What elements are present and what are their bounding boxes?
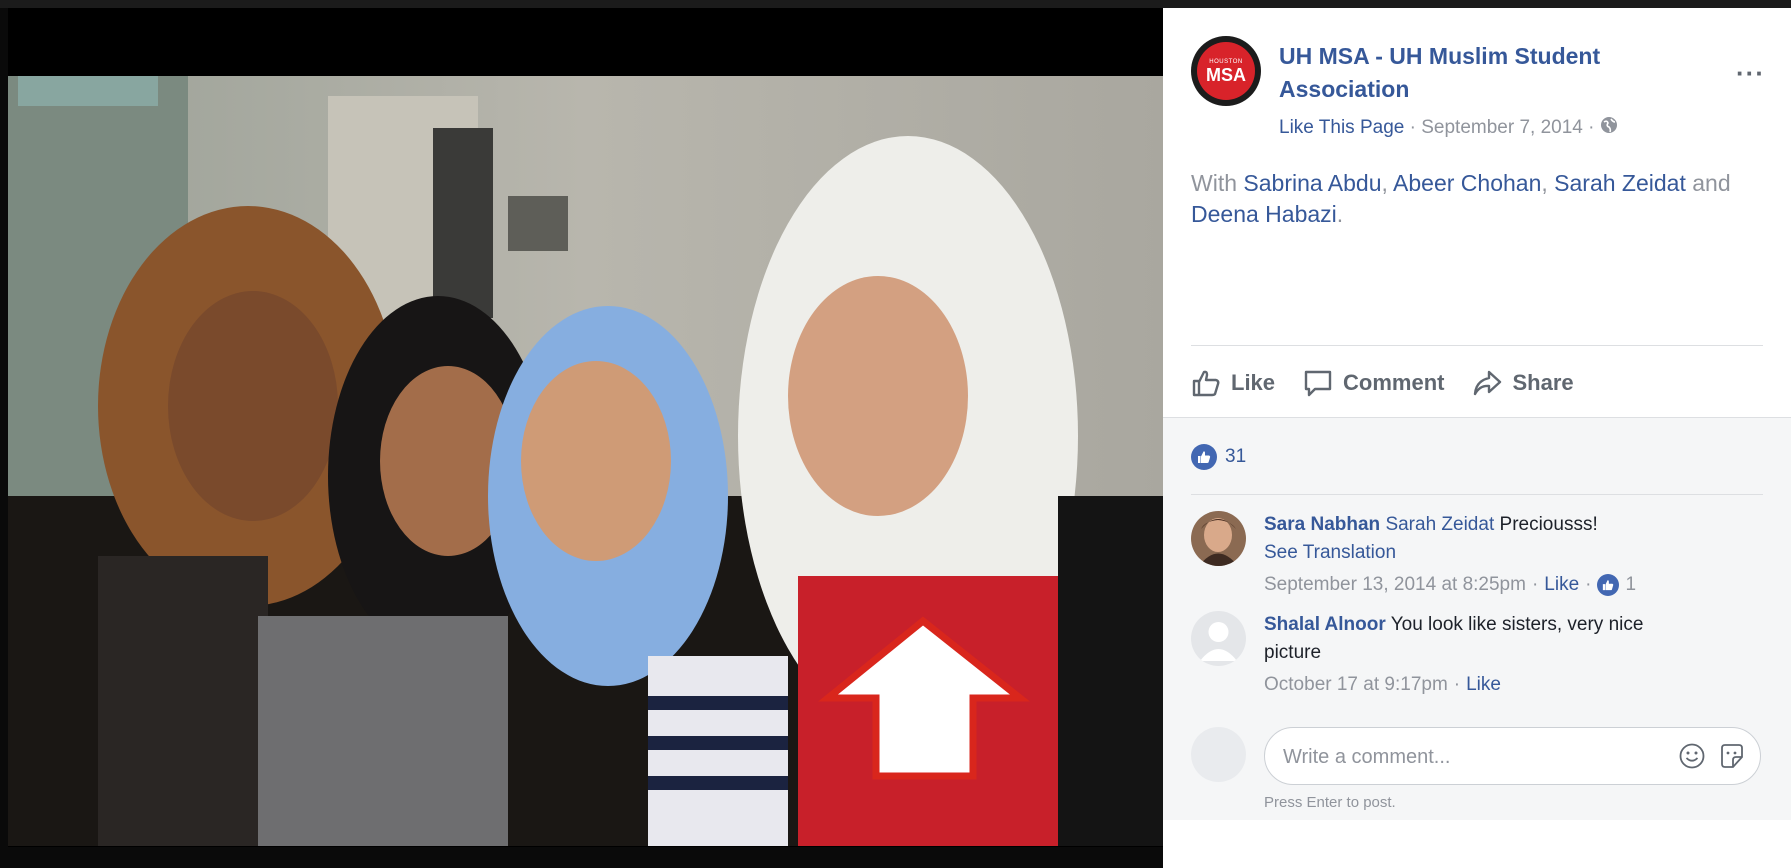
- meta-separator: ·: [1531, 574, 1539, 595]
- share-icon: [1474, 370, 1502, 396]
- press-enter-hint: Press Enter to post.: [1264, 794, 1396, 811]
- post-photo[interactable]: [8, 76, 1163, 846]
- share-label: Share: [1512, 370, 1574, 395]
- meta-separator: ·: [1582, 117, 1600, 139]
- commenter-avatar[interactable]: [1191, 511, 1246, 566]
- post-date[interactable]: September 7, 2014: [1421, 117, 1583, 138]
- divider: [1191, 494, 1763, 495]
- comment-author-link[interactable]: Sara Nabhan: [1264, 514, 1380, 535]
- divider: [1191, 345, 1763, 346]
- comment-like-count[interactable]: 1: [1625, 571, 1636, 599]
- tagged-person-link[interactable]: Sabrina Abdu: [1243, 170, 1381, 196]
- page-avatar[interactable]: HOUSTON MSA: [1191, 36, 1261, 106]
- tagged-person-link[interactable]: Abeer Chohan: [1393, 170, 1541, 196]
- comment-meta: September 13, 2014 at 8:25pm · Like · 1: [1264, 571, 1694, 599]
- current-user-avatar: [1191, 727, 1246, 782]
- tag-separator: ,: [1541, 170, 1548, 196]
- comment-button[interactable]: Comment: [1303, 362, 1444, 404]
- comment-author-link[interactable]: Shalal Alnoor: [1264, 614, 1386, 635]
- post-meta: Like This Page · September 7, 2014 ·: [1279, 116, 1618, 140]
- tag-and: and: [1692, 170, 1731, 196]
- post-actions: Like Comment Share: [1191, 362, 1574, 404]
- reaction-summary[interactable]: 31: [1191, 444, 1246, 470]
- tag-separator: ,: [1381, 170, 1388, 196]
- comment-meta: October 17 at 9:17pm · Like: [1264, 671, 1694, 699]
- comment-text: Preciousss!: [1499, 514, 1598, 535]
- comment-composer[interactable]: [1264, 727, 1761, 785]
- tagged-person-link[interactable]: Deena Habazi: [1191, 201, 1337, 227]
- meta-separator: ·: [1585, 574, 1592, 595]
- panel-bottom: [1163, 820, 1791, 868]
- see-translation-link[interactable]: See Translation: [1264, 539, 1694, 567]
- like-reaction-icon: [1597, 574, 1620, 596]
- like-page-link[interactable]: Like This Page: [1279, 117, 1404, 138]
- comment-label: Comment: [1343, 370, 1445, 395]
- comment-icon: [1304, 370, 1332, 397]
- emoji-icon[interactable]: [1678, 742, 1706, 775]
- comment-mention-link[interactable]: Sarah Zeidat: [1385, 514, 1494, 535]
- like-label: Like: [1231, 370, 1276, 395]
- photo-viewer: [8, 8, 1163, 847]
- globe-icon[interactable]: [1600, 116, 1618, 140]
- sticker-icon[interactable]: [1718, 742, 1746, 775]
- tag-prefix: With: [1191, 170, 1237, 196]
- post-panel: HOUSTON MSA UH MSA - UH Muslim Student A…: [1163, 8, 1791, 821]
- comment-timestamp[interactable]: October 17 at 9:17pm: [1264, 671, 1448, 699]
- background-top-bar: [0, 0, 1791, 8]
- reaction-count: 31: [1225, 446, 1247, 467]
- meta-separator: ·: [1404, 117, 1422, 139]
- comment-like-link[interactable]: Like: [1544, 571, 1579, 599]
- page-name-link[interactable]: UH MSA - UH Muslim Student Association: [1279, 40, 1659, 106]
- commenter-avatar[interactable]: [1191, 611, 1246, 666]
- post-header: HOUSTON MSA UH MSA - UH Muslim Student A…: [1191, 36, 1791, 138]
- like-reaction-icon: [1191, 444, 1217, 470]
- more-options-icon[interactable]: ···: [1736, 60, 1765, 86]
- comment-like-link[interactable]: Like: [1466, 671, 1501, 699]
- comment-timestamp[interactable]: September 13, 2014 at 8:25pm: [1264, 571, 1526, 599]
- tagged-person-link[interactable]: Sarah Zeidat: [1554, 170, 1686, 196]
- comment-input[interactable]: [1281, 740, 1665, 774]
- tagged-people: With Sabrina Abdu, Abeer Chohan, Sarah Z…: [1191, 168, 1751, 230]
- comments-section: 31 Sara Nabhan Sarah Zeidat Preciousss! …: [1163, 417, 1791, 821]
- meta-separator: ·: [1453, 674, 1461, 695]
- thumbs-up-icon: [1192, 370, 1220, 397]
- like-button[interactable]: Like: [1191, 362, 1275, 404]
- tag-end: .: [1336, 201, 1344, 227]
- avatar-logo-text: MSA: [1206, 64, 1246, 85]
- share-button[interactable]: Share: [1472, 362, 1574, 404]
